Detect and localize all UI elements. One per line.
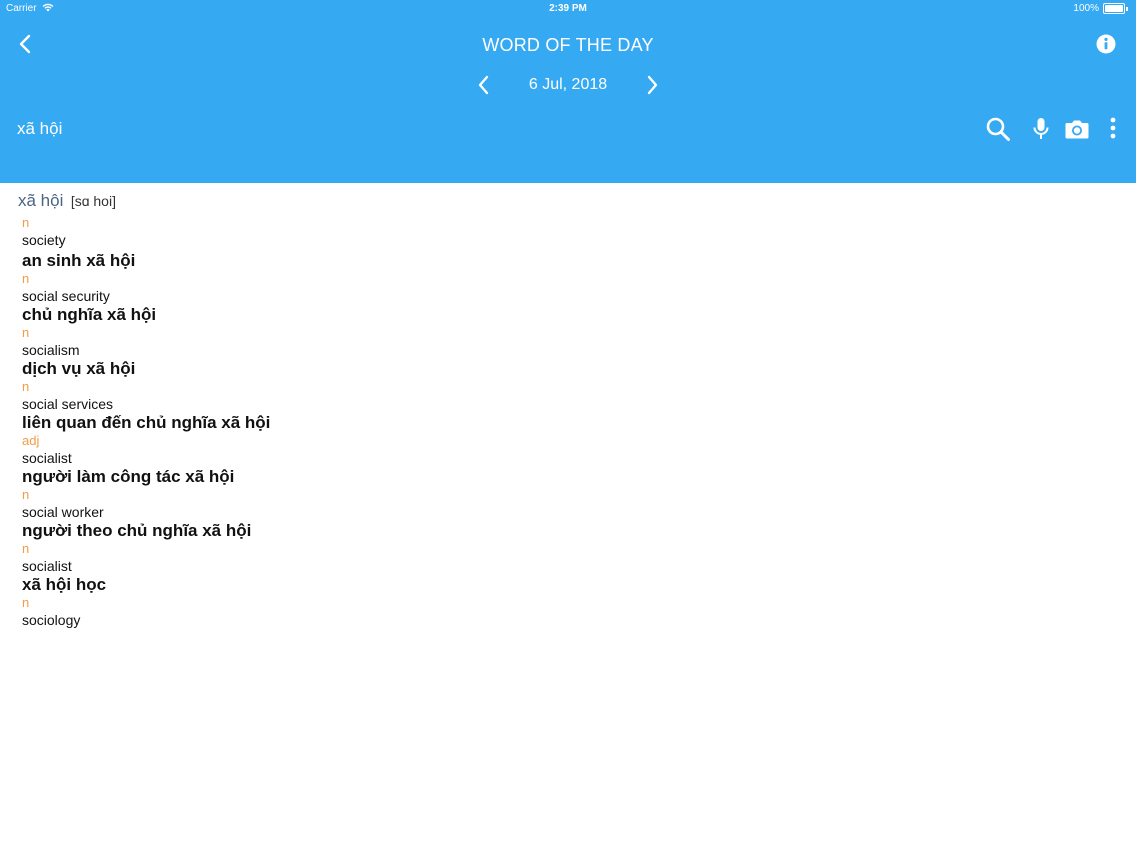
search-button[interactable] — [985, 116, 1011, 142]
more-options-button[interactable] — [1105, 116, 1121, 142]
headword: xã hội — [18, 191, 64, 210]
phrase-entry[interactable]: người theo chủ nghĩa xã hội n socialist — [22, 521, 622, 575]
meaning: social worker — [22, 504, 104, 520]
phrase: chủ nghĩa xã hội — [22, 305, 157, 324]
voice-search-button[interactable] — [1031, 116, 1051, 142]
main-sense: n society — [22, 215, 622, 251]
meaning: sociology — [22, 612, 81, 628]
search-query-text[interactable]: xã hội — [17, 119, 62, 139]
more-vertical-icon — [1110, 117, 1116, 139]
info-button[interactable] — [1096, 34, 1116, 54]
search-icon — [986, 117, 1010, 141]
phrase-entry[interactable]: dịch vụ xã hội n social services — [22, 359, 622, 413]
phrase-entry[interactable]: an sinh xã hội n social security — [22, 251, 622, 305]
microphone-icon — [1033, 118, 1049, 139]
meaning: social security — [22, 288, 110, 304]
date-label: 6 Jul, 2018 — [528, 76, 608, 93]
pronunciation: [sɑ hoi] — [70, 193, 116, 209]
date-navigator: 6 Jul, 2018 — [0, 74, 1136, 96]
headword-line: xã hội [sɑ hoi] — [18, 191, 116, 211]
camera-icon — [1065, 120, 1089, 139]
part-of-speech: n — [22, 487, 30, 502]
phrase: an sinh xã hội — [22, 251, 136, 270]
part-of-speech: n — [22, 379, 30, 394]
phrase: người theo chủ nghĩa xã hội — [22, 521, 252, 540]
meaning: social services — [22, 396, 114, 412]
part-of-speech: n — [22, 325, 30, 340]
meaning: society — [22, 232, 66, 248]
phrase: liên quan đến chủ nghĩa xã hội — [22, 413, 271, 432]
meaning: socialist — [22, 450, 72, 466]
next-day-button[interactable] — [642, 74, 662, 96]
chevron-right-icon — [647, 75, 658, 95]
phrase-entry[interactable]: người làm công tác xã hội n social worke… — [22, 467, 622, 521]
meaning: socialism — [22, 342, 80, 358]
phrase-entry[interactable]: chủ nghĩa xã hội n socialism — [22, 305, 622, 359]
part-of-speech: n — [22, 595, 30, 610]
phrase: người làm công tác xã hội — [22, 467, 235, 486]
status-time: 2:39 PM — [549, 3, 587, 14]
entry-list: n society an sinh xã hội n social securi… — [22, 215, 622, 629]
info-icon — [1096, 34, 1116, 54]
phrase-entry[interactable]: xã hội học n sociology — [22, 575, 622, 629]
battery-percent: 100% — [1073, 3, 1099, 14]
battery-indicator: 100% — [1073, 3, 1128, 14]
page-title: WORD OF THE DAY — [482, 35, 654, 55]
battery-icon — [1103, 3, 1125, 14]
part-of-speech: n — [22, 271, 30, 286]
part-of-speech: n — [22, 541, 30, 556]
meaning: socialist — [22, 558, 72, 574]
status-bar: Carrier 2:39 PM 100% — [0, 0, 1136, 18]
phrase-entry[interactable]: liên quan đến chủ nghĩa xã hội adj socia… — [22, 413, 622, 467]
camera-button[interactable] — [1064, 116, 1090, 142]
phrase: xã hội học — [22, 575, 107, 594]
part-of-speech: adj — [22, 433, 40, 448]
part-of-speech: n — [22, 215, 30, 230]
phrase: dịch vụ xã hội — [22, 359, 136, 378]
app-header: Carrier 2:39 PM 100% WORD OF THE DAY 6 J… — [0, 0, 1136, 183]
